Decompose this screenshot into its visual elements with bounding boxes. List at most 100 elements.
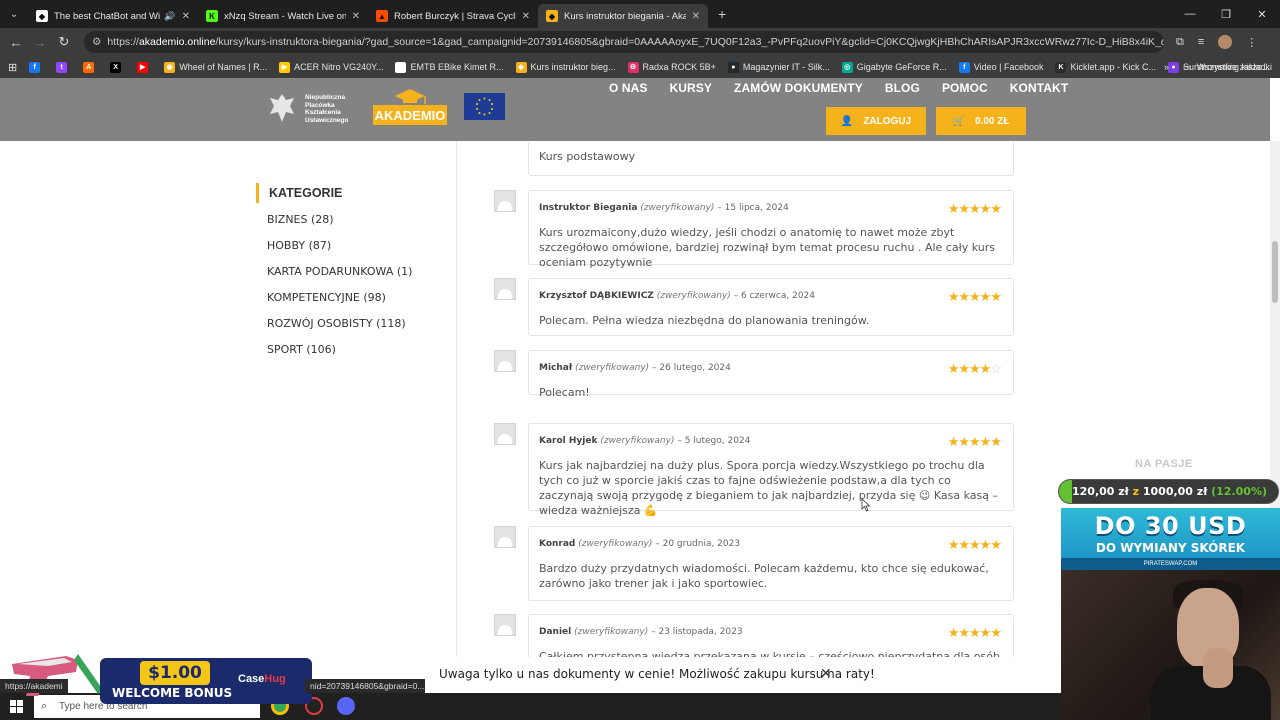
nav-link-o-nas[interactable]: O NAS [609,81,648,95]
tab-favicon-icon: ▲ [376,10,388,22]
bookmark-item[interactable]: ▶ ACER Nitro VG240Y... [279,61,383,73]
media-icon[interactable]: ≡ [1198,36,1204,48]
tab-favicon-icon: ◆ [546,10,558,22]
address-bar[interactable]: ⚙ https://akademio.online/kursy/kurs-ins… [84,31,1164,53]
review-meta: Karol Hyjek (zweryfikowany) – 5 lutego, … [539,436,751,446]
user-icon: 👤 [840,115,854,127]
casehug-brand: CaseHug [238,673,286,685]
bookmark-item[interactable]: ● Magazynier IT - Silk... [727,61,830,73]
minimize-icon[interactable]: — [1172,8,1208,20]
bookmark-favicon-icon: ⚙ [627,61,639,73]
pirateswap-promo: DO 30 USD DO WYMIANY SKÓREK PIRATESWAP.C… [1061,508,1280,570]
review-text: Bardzo duży przydatnych wiadomości. Pole… [539,562,989,590]
donation-progress-text: 120,00 zł z 1000,00 zł (12.00%) [1059,485,1280,498]
site-header: Niepubliczna Placówka Kształcenia Ustawi… [0,78,1270,141]
all-bookmarks[interactable]: » ▭ Wszystkie zakładki [1164,56,1272,78]
profile-avatar[interactable] [1218,35,1233,49]
reload-icon[interactable]: ↻ [52,34,76,50]
tab-title: The best ChatBot and Widg [54,10,161,22]
login-button[interactable]: 👤 ZALOGUJ [826,107,926,135]
review-verified: (zweryfikowany) [574,627,649,637]
review-meta: Daniel (zweryfikowany) – 23 listopada, 2… [539,627,743,637]
browser-toolbar: ← → ↻ ⚙ https://akademio.online/kursy/ku… [0,28,1280,56]
tab-favicon-icon: K [206,10,218,22]
donation-goal-label: NA PASJE [1135,458,1193,470]
bookmark-item[interactable]: A [83,61,98,73]
review-verified: (zweryfikowany) [656,291,731,301]
progress-goal: 1000,00 zł [1142,485,1208,498]
bookmark-item[interactable]: f Video | Facebook [958,61,1044,73]
review-text: Polecam! [539,386,590,399]
bookmark-item[interactable]: ◎ Gigabyte GeForce R... [841,61,947,73]
scrollbar-thumb[interactable] [1272,241,1278,303]
brand-part-a: Case [238,673,265,685]
speaker-icon[interactable]: 🔊 [164,11,175,22]
cart-button[interactable]: 🛒 0.00 ZŁ [936,107,1026,135]
bookmark-item[interactable]: ◆ Kurs instruktor bieg... [515,61,616,73]
tab-title: xNzq Stream - Watch Live on K [224,10,346,22]
reviewer-avatar [494,614,516,636]
bookmark-item[interactable]: ▶ [137,61,152,73]
review-date: 6 czerwca, 2024 [741,291,815,301]
browser-tab-1[interactable]: KxNzq Stream - Watch Live on K ✕ [198,4,368,28]
nav-link-zamow-dokumenty[interactable]: ZAMÓW DOKUMENTY [734,81,863,95]
category-sidebar: KATEGORIE BIZNES (28) HOBBY (87) KARTA POD… [256,183,446,367]
category-link-karta-podarunkowa[interactable]: KARTA PODARUNKOWA (1) [256,263,446,289]
category-link-rozwoj-osobisty[interactable]: ROZWÓJ OSOBISTY (118) [256,315,446,341]
bookmark-label: Kurs instruktor bieg... [530,62,616,72]
nav-link-pomoc[interactable]: POMOC [942,81,988,95]
nav-link-kursy[interactable]: KURSY [670,81,713,95]
review-author: Konrad [539,539,576,549]
bookmark-item[interactable]: K Kicklet.app - Kick C... [1055,61,1156,73]
category-link-sport[interactable]: SPORT (106) [256,341,446,367]
rating-stars-icon: ★★★★★ [947,289,1002,304]
bookmark-favicon-icon: X [110,61,122,73]
category-link-hobby[interactable]: HOBBY (87) [256,237,446,263]
bookmark-item[interactable]: ⬡ EMTB EBike Kimet R... [395,61,504,73]
review-date: 26 lutego, 2024 [659,363,731,373]
chevron-right-icon[interactable]: » [1164,62,1169,72]
bookmark-favicon-icon: f [29,61,41,73]
category-link-kompetencyjne[interactable]: KOMPETENCYJNE (98) [256,289,446,315]
reviewer-avatar [494,350,516,372]
bookmark-item[interactable]: f [29,61,44,73]
site-info-icon[interactable]: ⚙ [92,36,101,48]
all-bookmarks-label: Wszystkie zakładki [1196,62,1272,72]
bookmark-label: Video | Facebook [973,62,1044,72]
tab-search-icon[interactable]: ⌄ [0,0,28,28]
bookmark-favicon-icon: ● [727,61,739,73]
new-tab-button[interactable]: + [718,6,726,22]
browser-tab-3[interactable]: ◆ Kurs instruktor biegania - Akad ✕ [538,4,708,28]
tab-close-icon[interactable]: ✕ [692,11,700,22]
close-window-icon[interactable]: ✕ [1244,8,1280,21]
browser-tab-2[interactable]: ▲ Robert Burczyk | Strava Cyclist P ✕ [368,4,538,28]
discord-taskbar-icon[interactable] [337,697,355,715]
apps-icon[interactable]: ⊞ [8,61,17,74]
akademio-logo[interactable]: AKADEMIO [373,87,447,127]
review-verified: (zweryfikowany) [600,436,675,446]
forward-icon[interactable]: → [28,35,52,50]
bookmark-item[interactable]: ⚙ Radxa ROCK 5B+ [627,61,716,73]
tab-close-icon[interactable]: ✕ [182,11,190,22]
rating-stars-icon: ★★★★☆ [947,361,1002,376]
restore-icon[interactable]: ❐ [1208,8,1244,21]
tab-close-icon[interactable]: ✕ [352,11,360,22]
bookmark-item[interactable]: X [110,61,125,73]
bookmark-label: EMTB EBike Kimet R... [410,62,504,72]
tab-close-icon[interactable]: ✕ [522,11,530,22]
menu-icon[interactable]: ⋮ [1246,36,1257,49]
notice-close-icon[interactable]: ✕ [820,665,832,682]
review-meta: Konrad (zweryfikowany) – 20 grudnia, 202… [539,539,741,549]
back-icon[interactable]: ← [4,35,28,50]
bookmark-item[interactable]: ◉ Wheel of Names | R... [164,61,267,73]
browser-tab-0[interactable]: ◆ The best ChatBot and Widg 🔊 ✕ [28,4,198,28]
casehug-bonus-overlay: $1.00 WELCOME BONUS CaseHug [0,640,312,706]
bookmark-item[interactable]: t [56,61,71,73]
review-meta: Krzysztof DĄBKIEWICZ (zweryfikowany) – 6… [539,291,815,301]
bookmarks-bar: ⊞ f t A X ▶ ◉ Wheel of Names | R... ▶ ACER Nitro… [0,56,1280,78]
nav-link-blog[interactable]: BLOG [885,81,920,95]
category-link-biznes[interactable]: BIZNES (28) [256,211,446,237]
nav-link-kontakt[interactable]: KONTAKT [1010,81,1068,95]
extensions-icon[interactable]: ⧉ [1176,36,1184,49]
cart-total: 0.00 ZŁ [974,115,1010,127]
